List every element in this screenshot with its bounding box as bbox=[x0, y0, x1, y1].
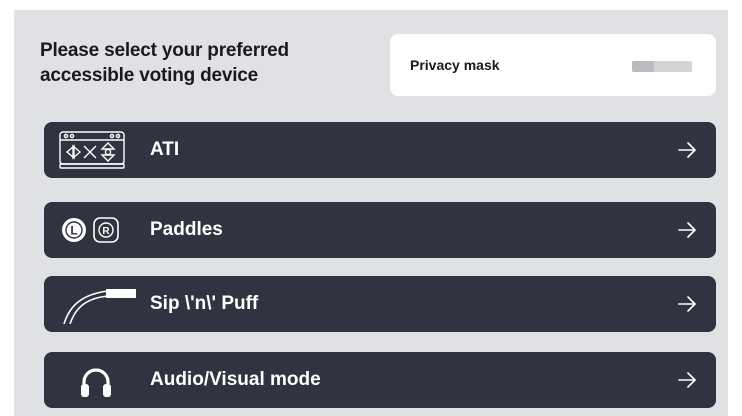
arrow-right-icon bbox=[678, 372, 696, 388]
sip-puff-tube-icon bbox=[63, 289, 136, 324]
privacy-mask-card: Privacy mask bbox=[390, 34, 716, 96]
option-audio-visual-button[interactable]: Audio/Visual mode bbox=[44, 352, 716, 408]
headphones-icon bbox=[81, 368, 111, 397]
arrow-right-icon bbox=[678, 142, 696, 158]
privacy-mask-label: Privacy mask bbox=[410, 57, 500, 73]
arrow-right-icon bbox=[678, 296, 696, 312]
option-ati-button[interactable]: ATI bbox=[44, 122, 716, 178]
privacy-mask-toggle[interactable] bbox=[632, 61, 692, 72]
voting-device-screen: Please select your preferred accessible … bbox=[0, 0, 742, 416]
option-audio-visual-label: Audio/Visual mode bbox=[150, 369, 321, 390]
privacy-mask-toggle-knob bbox=[632, 61, 654, 72]
ati-keypad-icon bbox=[59, 131, 125, 169]
svg-text:L: L bbox=[70, 224, 77, 238]
option-paddles-label: Paddles bbox=[150, 219, 223, 240]
device-selection-panel: Please select your preferred accessible … bbox=[14, 10, 728, 416]
option-sip-puff-label: Sip \'n\' Puff bbox=[150, 293, 259, 314]
page-title: Please select your preferred accessible … bbox=[40, 38, 370, 88]
option-sip-puff-button[interactable]: Sip \'n\' Puff bbox=[44, 276, 716, 332]
page-title-line-1: Please select your preferred bbox=[40, 40, 289, 61]
option-paddles-button[interactable]: L R Paddles bbox=[44, 202, 716, 258]
page-title-line-2: accessible voting device bbox=[40, 65, 259, 86]
option-ati-label: ATI bbox=[150, 139, 180, 160]
svg-text:R: R bbox=[102, 226, 110, 237]
arrow-right-icon bbox=[678, 222, 696, 238]
paddles-icon: L R bbox=[62, 217, 119, 243]
